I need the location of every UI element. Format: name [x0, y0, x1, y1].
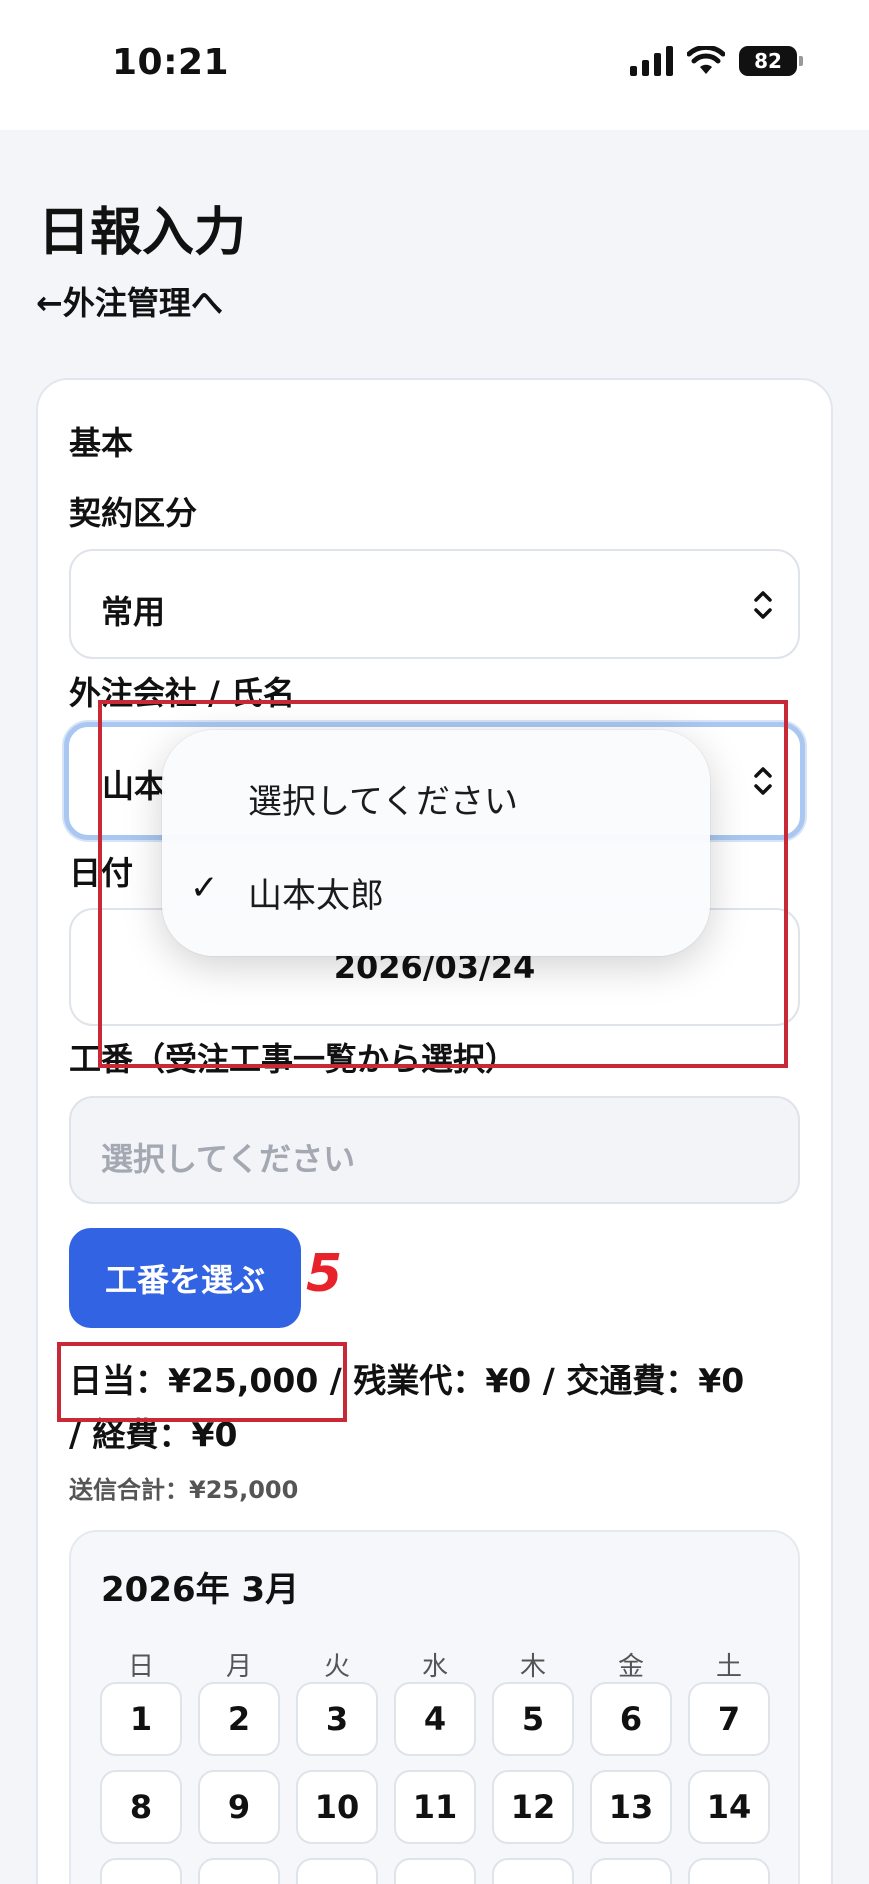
section-heading-basic: 基本	[69, 424, 134, 462]
weekday-header: 火	[323, 1652, 350, 1682]
annotation-number: 5	[306, 1244, 343, 1304]
calendar-day[interactable]: 11	[394, 1770, 476, 1844]
page-title: 日報入力	[38, 203, 247, 263]
calendar-day[interactable]: 2	[198, 1682, 280, 1756]
calendar-day-partial[interactable]	[688, 1858, 770, 1884]
weekday-header: 木	[519, 1652, 546, 1682]
calendar-day[interactable]: 7	[688, 1682, 770, 1756]
contract-type-value: 常用	[101, 593, 166, 631]
cellular-signal-icon	[630, 46, 673, 76]
wifi-icon	[687, 46, 725, 74]
calendar-day[interactable]: 5	[492, 1682, 574, 1756]
calendar-day-partial[interactable]	[492, 1858, 574, 1884]
calendar-day[interactable]: 10	[296, 1770, 378, 1844]
calendar-day-partial[interactable]	[394, 1858, 476, 1884]
calendar-month-title: 2026年 3月	[101, 1570, 300, 1610]
weekday-header: 水	[421, 1652, 448, 1682]
battery-icon: 82	[739, 46, 803, 76]
annotation-box-daily-wage	[57, 1342, 347, 1422]
send-total: 送信合計：¥25,000	[69, 1476, 299, 1504]
select-chevron-icon	[754, 591, 772, 619]
contract-type-select[interactable]: 常用	[69, 549, 800, 659]
status-icons: 82	[630, 46, 803, 76]
calendar-day-partial[interactable]	[590, 1858, 672, 1884]
weekday-header: 金	[617, 1652, 644, 1682]
calendar-day[interactable]: 9	[198, 1770, 280, 1844]
job-number-field[interactable]: 選択してください	[69, 1096, 800, 1204]
calendar-day[interactable]: 1	[100, 1682, 182, 1756]
job-number-placeholder: 選択してください	[101, 1140, 356, 1178]
calendar-day[interactable]: 6	[590, 1682, 672, 1756]
status-time: 10:21	[112, 42, 230, 83]
calendar-day[interactable]: 3	[296, 1682, 378, 1756]
weekday-header: 月	[225, 1652, 252, 1682]
weekday-header: 日	[127, 1652, 154, 1682]
calendar-day[interactable]: 8	[100, 1770, 182, 1844]
annotation-box-dropdown	[98, 700, 788, 1068]
weekday-header: 土	[715, 1652, 742, 1682]
calendar-day-partial[interactable]	[198, 1858, 280, 1884]
contract-type-label: 契約区分	[69, 494, 198, 532]
calendar-day-partial[interactable]	[100, 1858, 182, 1884]
calendar-day[interactable]: 13	[590, 1770, 672, 1844]
calendar-day[interactable]: 4	[394, 1682, 476, 1756]
calendar-day[interactable]: 14	[688, 1770, 770, 1844]
status-bar: 10:21 82	[0, 0, 869, 130]
pick-job-number-button[interactable]: 工番を選ぶ	[69, 1228, 301, 1328]
back-to-outsource-link[interactable]: ←外注管理へ	[36, 278, 223, 324]
calendar-day[interactable]: 12	[492, 1770, 574, 1844]
calendar: 2026年 3月 日 月 火 水 木 金 土 1 2 3 4 5 6 7 8 9…	[69, 1530, 800, 1884]
calendar-day-partial[interactable]	[296, 1858, 378, 1884]
